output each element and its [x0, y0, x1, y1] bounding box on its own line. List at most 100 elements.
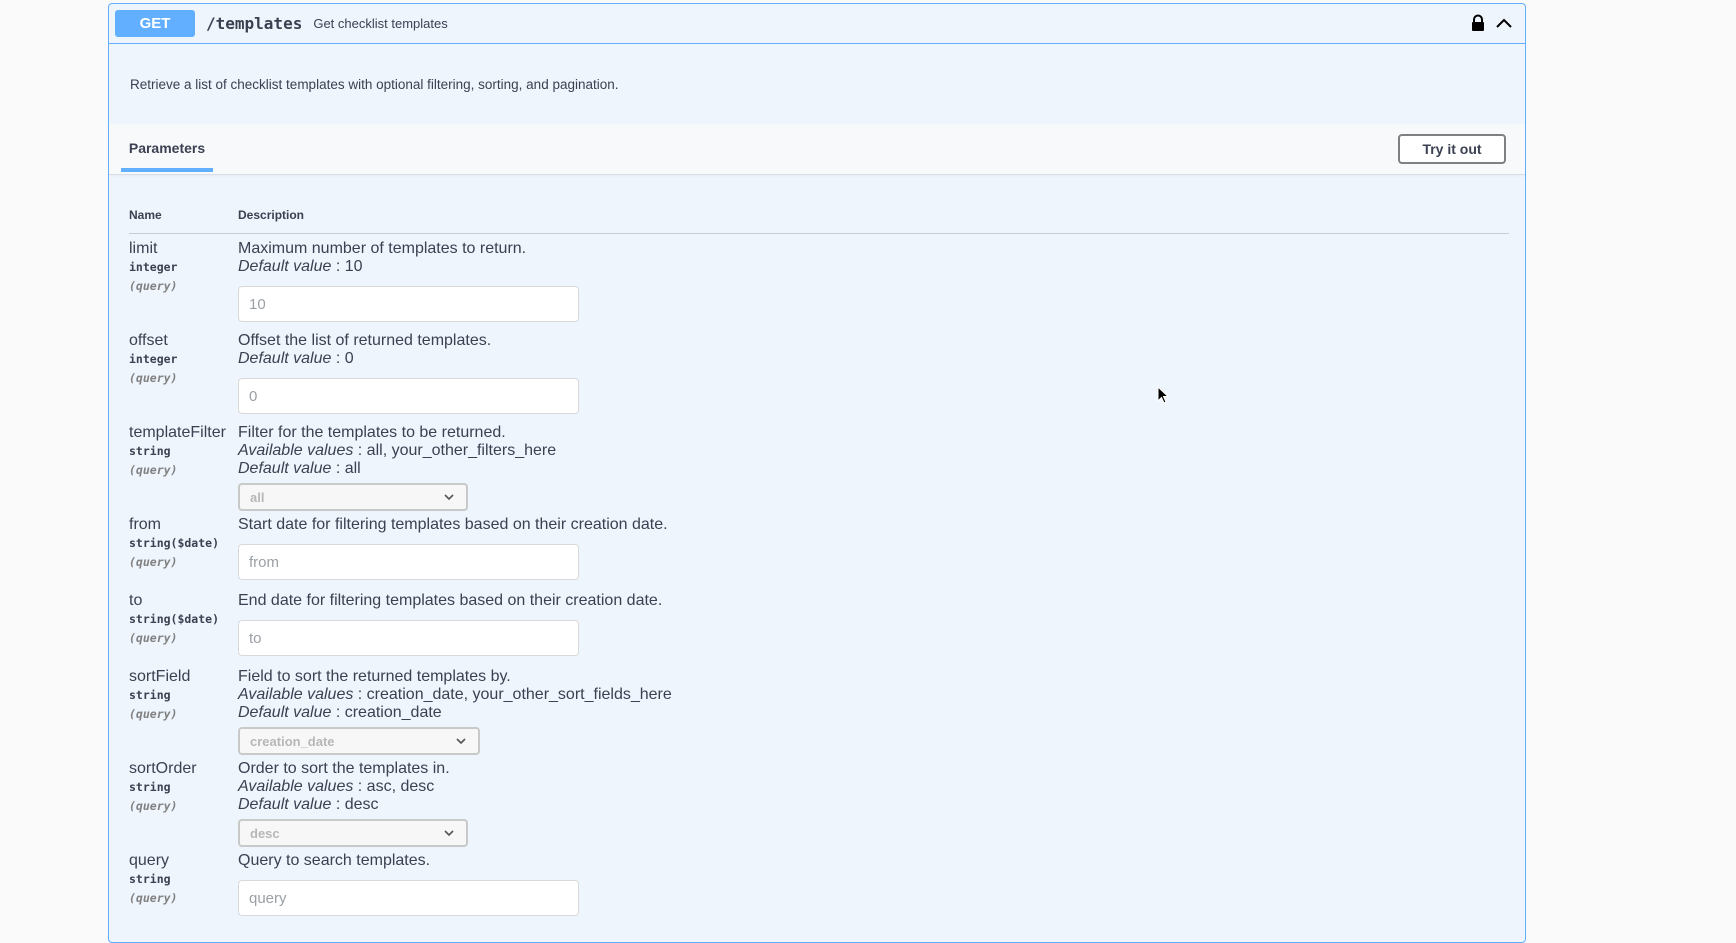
param-type: string	[129, 444, 171, 458]
available-values-label: Available values	[238, 686, 354, 703]
param-location: (query)	[129, 279, 178, 293]
param-default-value: : desc	[331, 796, 379, 813]
mouse-cursor-icon	[1157, 386, 1170, 404]
param-type: string($date)	[129, 612, 220, 626]
param-description: Filter for the templates to be returned.…	[238, 424, 556, 478]
parameter-row-from: from string($date) (query) Start date fo…	[129, 516, 1509, 586]
lock-icon[interactable]	[1469, 14, 1487, 32]
query-input[interactable]	[238, 880, 579, 916]
parameters-table-header: Name Description	[129, 199, 1509, 234]
description-column-header: Description	[238, 208, 305, 222]
param-available-line: Available values : all, your_other_filte…	[238, 442, 556, 460]
default-value-label: Default value	[238, 350, 332, 367]
chevron-up-icon[interactable]	[1495, 15, 1513, 31]
default-value-label: Default value	[238, 796, 332, 813]
param-type: string	[129, 688, 171, 702]
param-default-line: Default value : 10	[238, 258, 526, 276]
param-description-text: Order to sort the templates in.	[238, 760, 450, 777]
select-value: desc	[250, 825, 280, 841]
parameter-row-offset: offset integer (query) Offset the list o…	[129, 332, 1509, 414]
param-type: integer	[129, 352, 178, 366]
param-description-text: Offset the list of returned templates.	[238, 332, 492, 349]
param-description-text: Filter for the templates to be returned.	[238, 424, 506, 441]
param-name: query	[129, 852, 170, 869]
param-type: string($date)	[129, 536, 220, 550]
parameter-row-templatefilter: templateFilter string (query) Filter for…	[129, 424, 1509, 512]
param-location: (query)	[129, 463, 178, 477]
param-available-line: Available values : creation_date, your_o…	[238, 686, 672, 704]
param-default-value: : creation_date	[331, 704, 442, 721]
default-value-label: Default value	[238, 460, 332, 477]
param-default-value: : all	[331, 460, 361, 477]
param-name: to	[129, 592, 143, 609]
param-description-text: Maximum number of templates to return.	[238, 240, 527, 257]
to-date-input[interactable]	[238, 620, 579, 656]
param-description: End date for filtering templates based o…	[238, 592, 662, 610]
default-value-label: Default value	[238, 704, 332, 721]
param-location: (query)	[129, 631, 178, 645]
chevron-down-icon	[456, 738, 466, 745]
select-value: creation_date	[250, 733, 335, 749]
param-name: limit	[129, 240, 158, 257]
from-date-input[interactable]	[238, 544, 579, 580]
param-description: Order to sort the templates in. Availabl…	[238, 760, 450, 814]
param-description-text: End date for filtering templates based o…	[238, 592, 663, 609]
available-values-label: Available values	[238, 442, 354, 459]
limit-input[interactable]	[238, 286, 579, 322]
try-it-out-button[interactable]: Try it out	[1398, 134, 1506, 164]
param-location: (query)	[129, 891, 178, 905]
operation-summary-text: Get checklist templates	[313, 16, 448, 31]
param-description: Maximum number of templates to return. D…	[238, 240, 526, 276]
param-available-values: : creation_date, your_other_sort_fields_…	[353, 686, 672, 703]
param-name: sortField	[129, 668, 191, 685]
parameters-section-header: Parameters Try it out	[109, 124, 1525, 175]
parameter-row-sortorder: sortOrder string (query) Order to sort t…	[129, 760, 1509, 848]
chevron-down-icon	[444, 830, 454, 837]
param-description-text: Start date for filtering templates based…	[238, 516, 668, 533]
param-available-values: : all, your_other_filters_here	[353, 442, 557, 459]
sortfield-select[interactable]: creation_date	[238, 727, 480, 755]
param-description-text: Field to sort the returned templates by.	[238, 668, 511, 685]
operation-summary[interactable]: GET /templates Get checklist templates	[109, 4, 1525, 44]
param-type: string	[129, 872, 171, 886]
offset-input[interactable]	[238, 378, 579, 414]
param-description: Start date for filtering templates based…	[238, 516, 668, 534]
operation-description: Retrieve a list of checklist templates w…	[130, 76, 619, 92]
parameter-row-to: to string($date) (query) End date for fi…	[129, 592, 1509, 662]
param-available-line: Available values : asc, desc	[238, 778, 450, 796]
param-description: Offset the list of returned templates. D…	[238, 332, 491, 368]
tab-parameters[interactable]: Parameters	[121, 124, 213, 172]
available-values-label: Available values	[238, 778, 354, 795]
param-default-value: : 10	[331, 258, 363, 275]
param-description: Query to search templates.	[238, 852, 430, 870]
parameter-row-limit: limit integer (query) Maximum number of …	[129, 240, 1509, 322]
sortorder-select[interactable]: desc	[238, 819, 468, 847]
param-default-line: Default value : creation_date	[238, 704, 672, 722]
param-type: integer	[129, 260, 178, 274]
param-location: (query)	[129, 371, 178, 385]
method-badge: GET	[115, 10, 195, 37]
parameter-row-sortfield: sortField string (query) Field to sort t…	[129, 668, 1509, 756]
param-default-line: Default value : 0	[238, 350, 491, 368]
param-location: (query)	[129, 799, 178, 813]
operation-path: /templates	[206, 14, 303, 33]
parameter-row-query: query string (query) Query to search tem…	[129, 852, 1509, 922]
param-location: (query)	[129, 707, 178, 721]
chevron-down-icon	[444, 494, 454, 501]
param-description: Field to sort the returned templates by.…	[238, 668, 672, 722]
operation-block: GET /templates Get checklist templates R…	[108, 3, 1526, 943]
param-default-value: : 0	[331, 350, 354, 367]
param-default-line: Default value : all	[238, 460, 556, 478]
param-name: from	[129, 516, 161, 533]
param-name: templateFilter	[129, 424, 226, 441]
default-value-label: Default value	[238, 258, 332, 275]
param-type: string	[129, 780, 171, 794]
select-value: all	[250, 489, 265, 505]
name-column-header: Name	[129, 208, 162, 222]
param-description-text: Query to search templates.	[238, 852, 431, 869]
param-available-values: : asc, desc	[353, 778, 435, 795]
param-default-line: Default value : desc	[238, 796, 450, 814]
templatefilter-select[interactable]: all	[238, 483, 468, 511]
param-name: offset	[129, 332, 168, 349]
param-location: (query)	[129, 555, 178, 569]
